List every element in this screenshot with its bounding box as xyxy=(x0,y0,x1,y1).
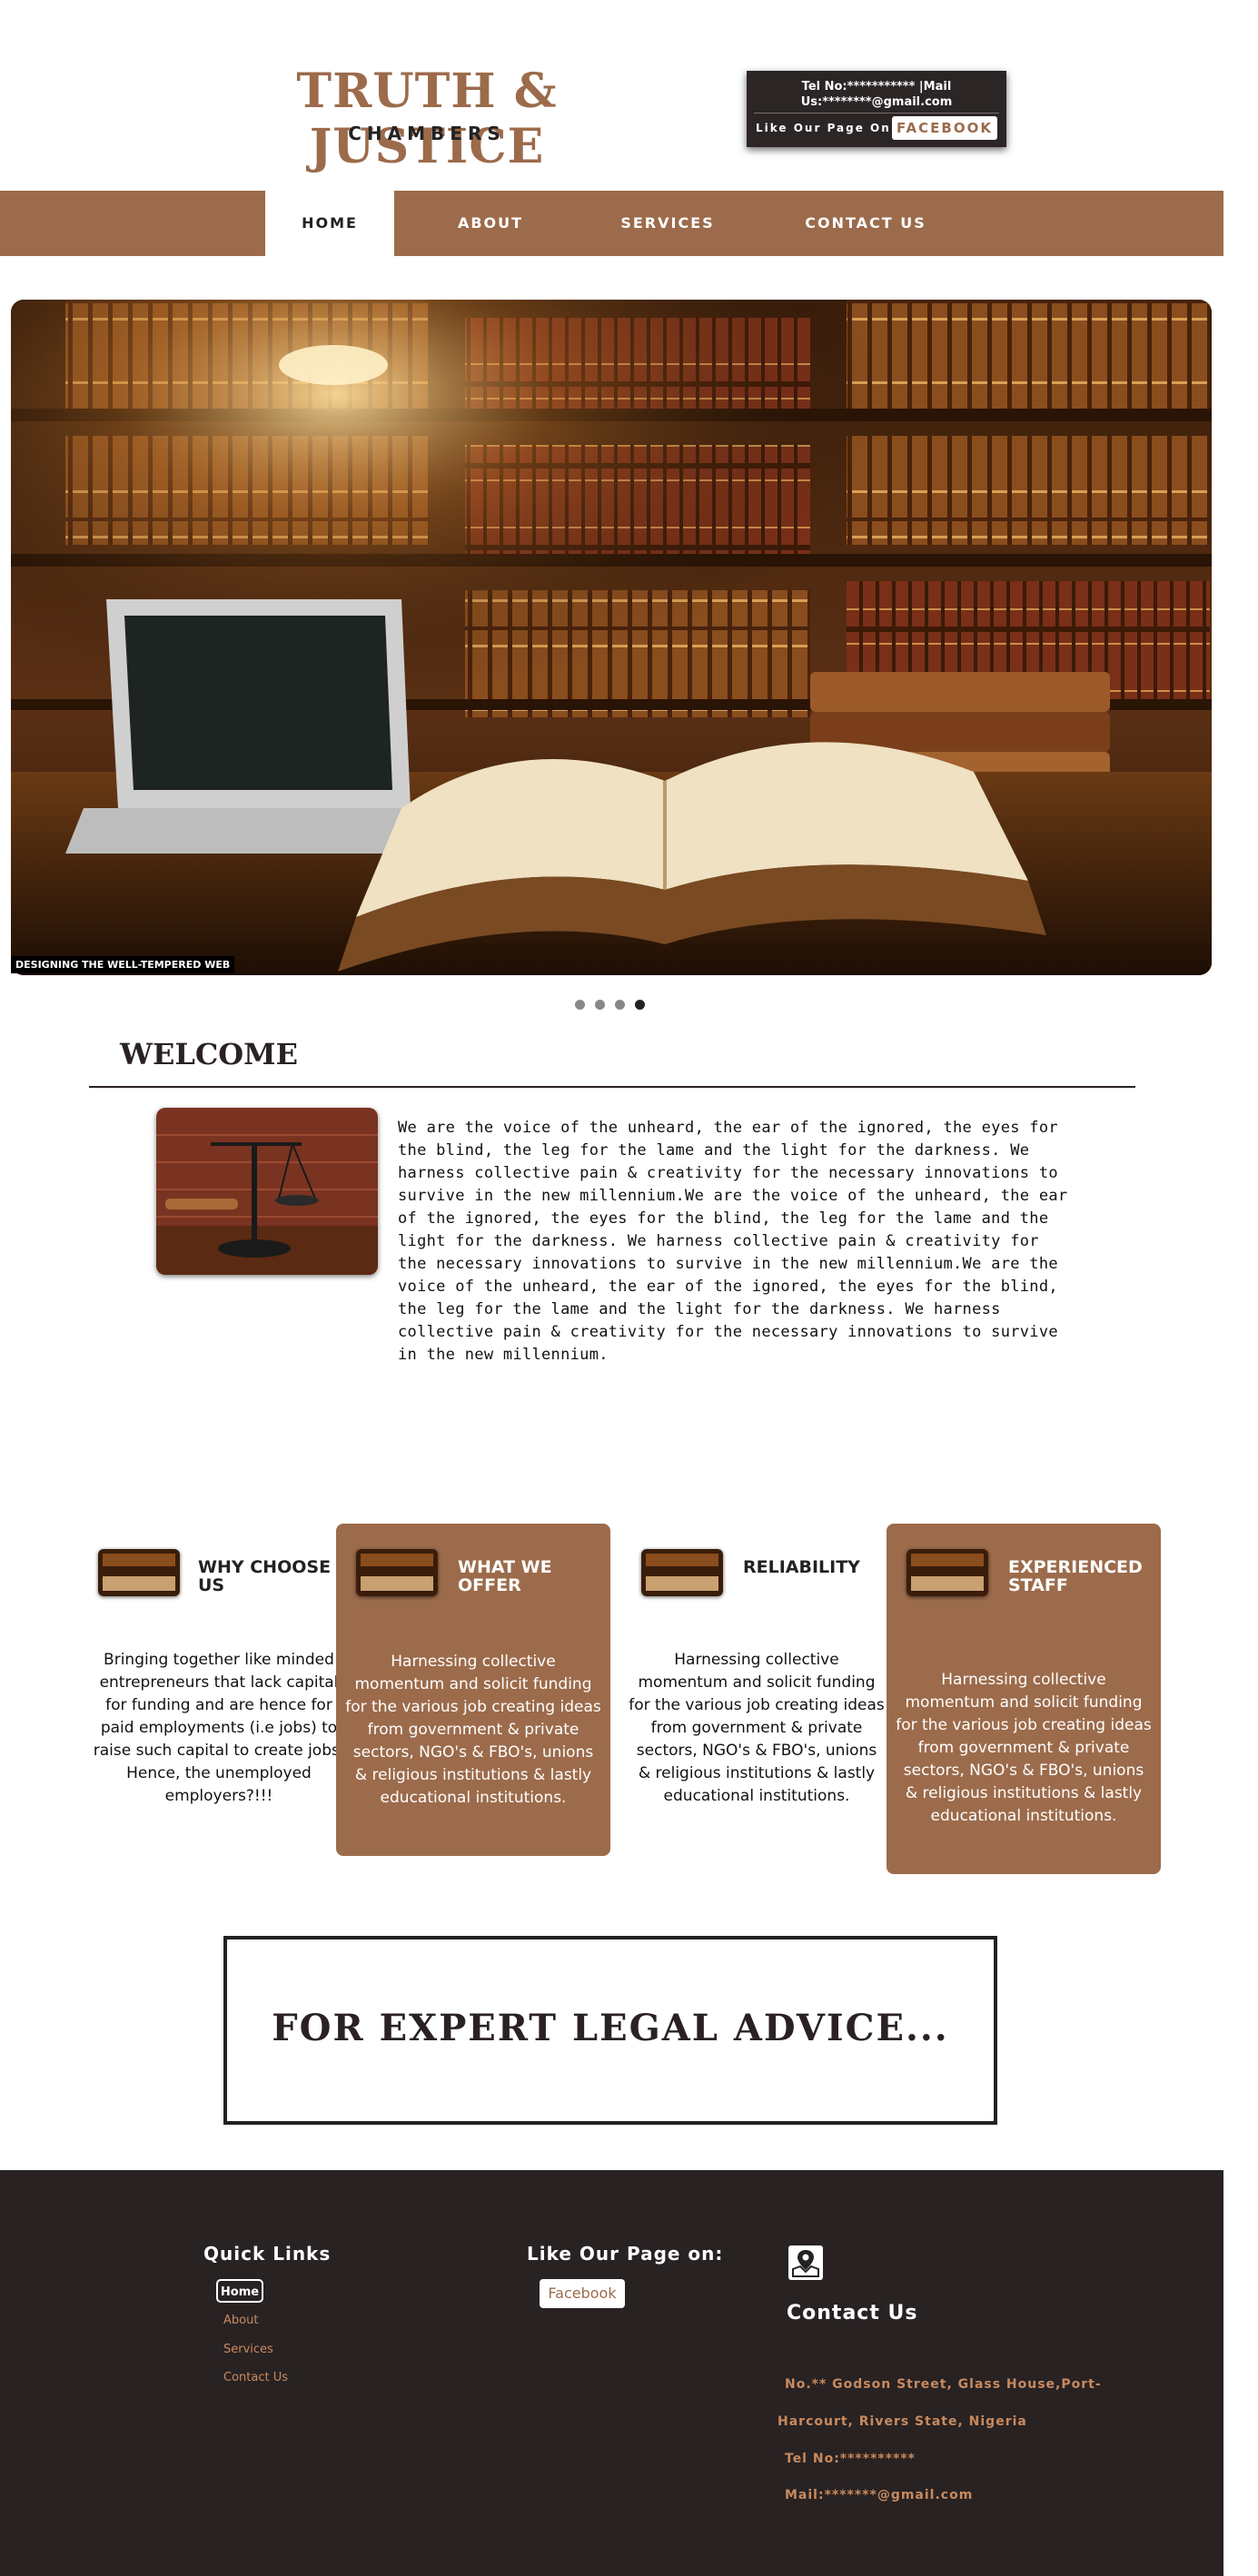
hero-slider-image xyxy=(11,300,1212,975)
feature-thumbnail xyxy=(356,1549,438,1596)
welcome-heading: WELCOME xyxy=(120,1037,298,1071)
feature-body: Harnessing collective momentum and solic… xyxy=(345,1653,601,1807)
footer-link-contact-us[interactable]: Contact Us xyxy=(223,2371,288,2384)
feature-title: WHY CHOOSE US xyxy=(198,1557,332,1595)
nav-item-services[interactable]: SERVICES xyxy=(599,191,736,256)
slider-dot-2[interactable] xyxy=(595,1000,605,1010)
footer-facebook-button[interactable]: Facebook xyxy=(540,2279,625,2308)
feature-title: WHAT WE OFFER xyxy=(458,1557,552,1595)
feature-thumbnail xyxy=(641,1549,723,1596)
footer-link-about[interactable]: About xyxy=(223,2314,258,2327)
feature-body: Harnessing collective momentum and solic… xyxy=(896,1671,1152,1825)
footer-address-line2: Harcourt, Rivers State, Nigeria xyxy=(778,2414,1027,2429)
site-logo-title[interactable]: TRUTH & JUSTICE xyxy=(227,64,627,174)
header-contact-tel: Tel No:*********** |Mail xyxy=(801,80,952,94)
feature-body: Bringing together like minded entreprene… xyxy=(93,1651,345,1805)
nav-item-about[interactable]: ABOUT xyxy=(427,191,554,256)
feature-card-reliability: RELIABILITY Harnessing collective moment… xyxy=(619,1524,894,1805)
site-logo-subtitle: CHAMBERS xyxy=(348,123,506,144)
footer-like-title: Like Our Page on: xyxy=(527,2243,724,2265)
main-nav: HOME ABOUT SERVICES CONTACT US xyxy=(0,191,1223,258)
feature-title: EXPERIENCED STAFF xyxy=(1008,1557,1143,1595)
welcome-paragraph: We are the voice of the unheard, the ear… xyxy=(398,1119,1068,1364)
footer-mail[interactable]: Mail:*******@gmail.com xyxy=(785,2488,973,2502)
footer-address-line1: No.** Godson Street, Glass House,Port- xyxy=(785,2377,1102,2392)
map-pin-icon xyxy=(788,2245,823,2280)
feature-title: RELIABILITY xyxy=(743,1557,860,1577)
slider-dot-1[interactable] xyxy=(575,1000,585,1010)
header-contact-box: Tel No:*********** |Mail Us:********@gma… xyxy=(747,71,1006,147)
slider-dot-3[interactable] xyxy=(615,1000,625,1010)
library-scene-illustration xyxy=(11,300,1212,975)
cta-heading: FOR EXPERT LEGAL ADVICE... xyxy=(272,2007,949,2049)
feature-card-experienced-staff: EXPERIENCED STAFF Harnessing collective … xyxy=(887,1524,1161,1874)
feature-thumbnail xyxy=(98,1549,180,1596)
footer-link-home[interactable]: Home xyxy=(216,2279,263,2303)
nav-item-home[interactable]: HOME xyxy=(265,191,394,258)
justice-scales-image xyxy=(156,1108,378,1275)
footer-tel: Tel No:********** xyxy=(785,2452,916,2466)
nav-item-contact-us[interactable]: CONTACT US xyxy=(790,191,941,256)
footer-link-services[interactable]: Services xyxy=(223,2343,273,2356)
slider-caption: DESIGNING THE WELL-TEMPERED WEB xyxy=(11,956,235,973)
header-facebook-button[interactable]: FACEBOOK xyxy=(892,116,997,140)
header-contact-mail: Us:********@gmail.com xyxy=(800,95,953,109)
footer-quick-links-title: Quick Links xyxy=(203,2243,332,2265)
feature-card-why-choose-us: WHY CHOOSE US Bringing together like min… xyxy=(82,1524,356,1805)
header-contact-divider xyxy=(754,113,999,114)
slider-dot-4[interactable] xyxy=(635,1000,645,1010)
feature-thumbnail xyxy=(906,1549,988,1596)
welcome-divider xyxy=(89,1086,1135,1088)
feature-body: Harnessing collective momentum and solic… xyxy=(629,1651,885,1805)
feature-card-what-we-offer: WHAT WE OFFER Harnessing collective mome… xyxy=(336,1524,610,1856)
site-footer xyxy=(0,2170,1223,2576)
header-like-label: Like Our Page On: xyxy=(756,122,897,134)
footer-contact-title: Contact Us xyxy=(787,2302,918,2324)
